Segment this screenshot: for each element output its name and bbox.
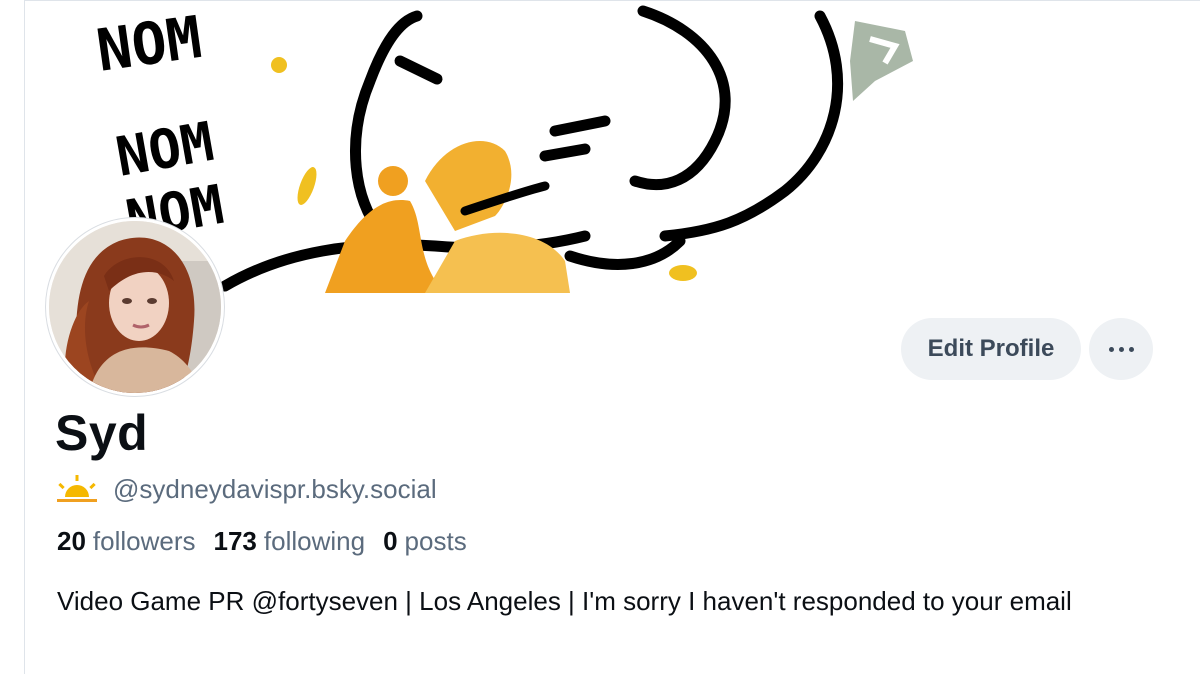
- banner-line: [350, 10, 423, 237]
- banner-line: [539, 143, 591, 162]
- followers-count: 20: [57, 526, 86, 556]
- profile-handle[interactable]: @sydneydavispr.bsky.social: [113, 474, 437, 505]
- more-options-button[interactable]: [1089, 318, 1153, 380]
- following-label: following: [263, 526, 366, 556]
- edit-profile-button[interactable]: Edit Profile: [901, 318, 1081, 380]
- handle-row: @sydneydavispr.bsky.social: [57, 474, 437, 505]
- posts-stat: 0 posts: [383, 526, 467, 557]
- avatar[interactable]: [46, 218, 224, 396]
- display-name: Syd: [55, 405, 149, 461]
- banner-line: [659, 10, 844, 242]
- banner-line: [394, 55, 443, 85]
- banner-dot: [669, 265, 697, 281]
- posts-count: 0: [383, 526, 398, 556]
- banner-dot: [271, 57, 287, 73]
- banner-line: [549, 115, 611, 137]
- followers-label: followers: [92, 526, 196, 556]
- ellipsis-icon: [1106, 346, 1136, 352]
- followers-stat[interactable]: 20 followers: [57, 526, 196, 557]
- sun-icon: [57, 474, 97, 502]
- banner-figure: [325, 141, 570, 293]
- following-stat[interactable]: 173 following: [214, 526, 366, 557]
- banner-dot: [297, 167, 317, 205]
- profile-photo-icon: [49, 221, 221, 393]
- posts-label: posts: [404, 526, 467, 556]
- banner-logo: [850, 21, 913, 101]
- profile-stats: 20 followers 173 following 0 posts: [57, 526, 485, 557]
- banner-line: [564, 235, 686, 270]
- banner-text-nom-1: NOM: [92, 3, 205, 85]
- following-count: 173: [213, 526, 257, 556]
- banner-line: [629, 5, 731, 191]
- profile-bio: Video Game PR @fortyseven | Los Angeles …: [57, 586, 1072, 616]
